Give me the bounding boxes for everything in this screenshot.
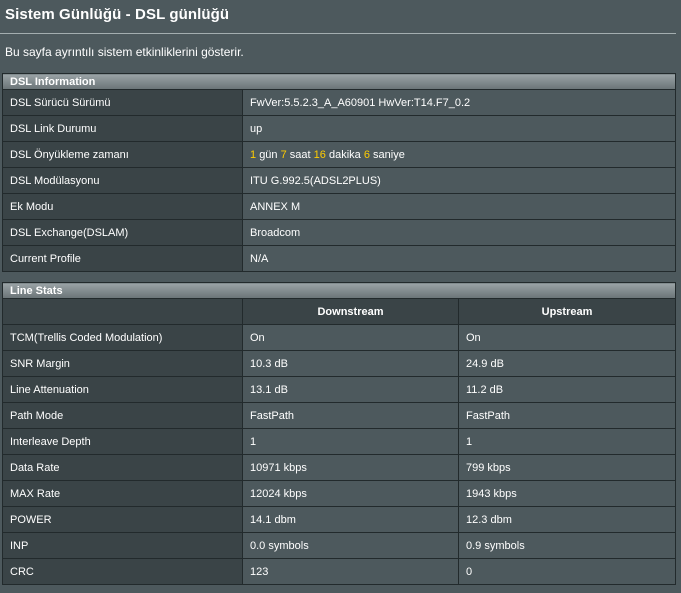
row-label: INP (2, 532, 243, 559)
uptime-days: 1 (250, 148, 257, 161)
dslam-label: DSL Exchange(DSLAM) (2, 219, 243, 246)
dslam-value: Broadcom (241, 219, 677, 246)
downstream-value: 12024 kbps (242, 480, 459, 507)
table-row: TCM(Trellis Coded Modulation) On On (2, 324, 677, 351)
upstream-value: 1943 kbps (457, 480, 677, 507)
row-label: Interleave Depth (2, 428, 243, 455)
table-row: DSL Önyükleme zamanı 1 gün 7 saat 16 dak… (2, 141, 677, 168)
dsl-information-header: DSL Information (1, 73, 677, 90)
uptime-days-unit: gün (259, 148, 278, 161)
line-stats-table: Line Stats Downstream Upstream TCM(Trell… (1, 282, 677, 585)
downstream-value: FastPath (242, 402, 459, 429)
downstream-value: 14.1 dbm (242, 506, 459, 533)
row-label: MAX Rate (2, 480, 243, 507)
upstream-value: 11.2 dB (457, 376, 677, 403)
table-row: DSL Exchange(DSLAM) Broadcom (2, 219, 677, 246)
uptime-value: 1 gün 7 saat 16 dakika 6 saniye (241, 141, 677, 168)
row-label: SNR Margin (2, 350, 243, 377)
upstream-value: On (457, 324, 677, 351)
upstream-value: 0.9 symbols (457, 532, 677, 559)
uptime-seconds: 6 (363, 148, 370, 161)
downstream-value: 123 (242, 558, 459, 585)
row-label: POWER (2, 506, 243, 533)
table-row: INP 0.0 symbols 0.9 symbols (2, 532, 677, 559)
uptime-seconds-unit: saniye (373, 148, 405, 161)
current-profile-label: Current Profile (2, 245, 243, 272)
upstream-value: 0 (457, 558, 677, 585)
uptime-hours: 7 (280, 148, 287, 161)
table-row: SNR Margin 10.3 dB 24.9 dB (2, 350, 677, 377)
table-row: DSL Sürücü Sürümü FwVer:5.5.2.3_A_A60901… (2, 89, 677, 116)
downstream-value: 10.3 dB (242, 350, 459, 377)
table-row: DSL Modülasyonu ITU G.992.5(ADSL2PLUS) (2, 167, 677, 194)
link-status-label: DSL Link Durumu (2, 115, 243, 142)
row-label: Data Rate (2, 454, 243, 481)
driver-version-label: DSL Sürücü Sürümü (2, 89, 243, 116)
table-row: DSL Link Durumu up (2, 115, 677, 142)
row-label: Line Attenuation (2, 376, 243, 403)
downstream-value: On (242, 324, 459, 351)
uptime-hours-unit: saat (289, 148, 311, 161)
annex-mode-value: ANNEX M (241, 193, 677, 220)
section-header-row: DSL Information (1, 73, 677, 90)
row-label: CRC (2, 558, 243, 585)
downstream-value: 10971 kbps (242, 454, 459, 481)
downstream-column-header: Downstream (242, 298, 459, 325)
table-row: POWER 14.1 dbm 12.3 dbm (2, 506, 677, 533)
uptime-minutes: 16 (313, 148, 326, 161)
table-row: Current Profile N/A (2, 245, 677, 272)
upstream-value: 799 kbps (457, 454, 677, 481)
downstream-value: 1 (242, 428, 459, 455)
uptime-minutes-unit: dakika (328, 148, 361, 161)
upstream-value: 12.3 dbm (457, 506, 677, 533)
modulation-label: DSL Modülasyonu (2, 167, 243, 194)
title-divider (0, 33, 676, 34)
table-row: Interleave Depth 1 1 (2, 428, 677, 455)
row-label: TCM(Trellis Coded Modulation) (2, 324, 243, 351)
page-description: Bu sayfa ayrıntılı sistem etkinliklerini… (5, 45, 244, 59)
driver-version-value: FwVer:5.5.2.3_A_A60901 HwVer:T14.F7_0.2 (241, 89, 677, 116)
upstream-column-header: Upstream (457, 298, 677, 325)
page-title: Sistem Günlüğü - DSL günlüğü (5, 6, 230, 23)
table-row: MAX Rate 12024 kbps 1943 kbps (2, 480, 677, 507)
table-row: Data Rate 10971 kbps 799 kbps (2, 454, 677, 481)
upstream-value: 24.9 dB (457, 350, 677, 377)
table-row: Path Mode FastPath FastPath (2, 402, 677, 429)
empty-header-cell (2, 298, 243, 325)
upstream-value: 1 (457, 428, 677, 455)
current-profile-value: N/A (241, 245, 677, 272)
table-row: Ek Modu ANNEX M (2, 193, 677, 220)
dsl-information-table: DSL Information DSL Sürücü Sürümü FwVer:… (1, 73, 677, 272)
table-row: CRC 123 0 (2, 558, 677, 585)
dsl-log-page: Sistem Günlüğü - DSL günlüğü Bu sayfa ay… (0, 0, 681, 593)
downstream-value: 13.1 dB (242, 376, 459, 403)
annex-mode-label: Ek Modu (2, 193, 243, 220)
row-label: Path Mode (2, 402, 243, 429)
table-row: Line Attenuation 13.1 dB 11.2 dB (2, 376, 677, 403)
link-status-value: up (241, 115, 677, 142)
upstream-value: FastPath (457, 402, 677, 429)
downstream-value: 0.0 symbols (242, 532, 459, 559)
line-stats-header: Line Stats (1, 282, 677, 299)
section-header-row: Line Stats (1, 282, 677, 299)
column-header-row: Downstream Upstream (2, 298, 677, 325)
uptime-label: DSL Önyükleme zamanı (2, 141, 243, 168)
modulation-value: ITU G.992.5(ADSL2PLUS) (241, 167, 677, 194)
